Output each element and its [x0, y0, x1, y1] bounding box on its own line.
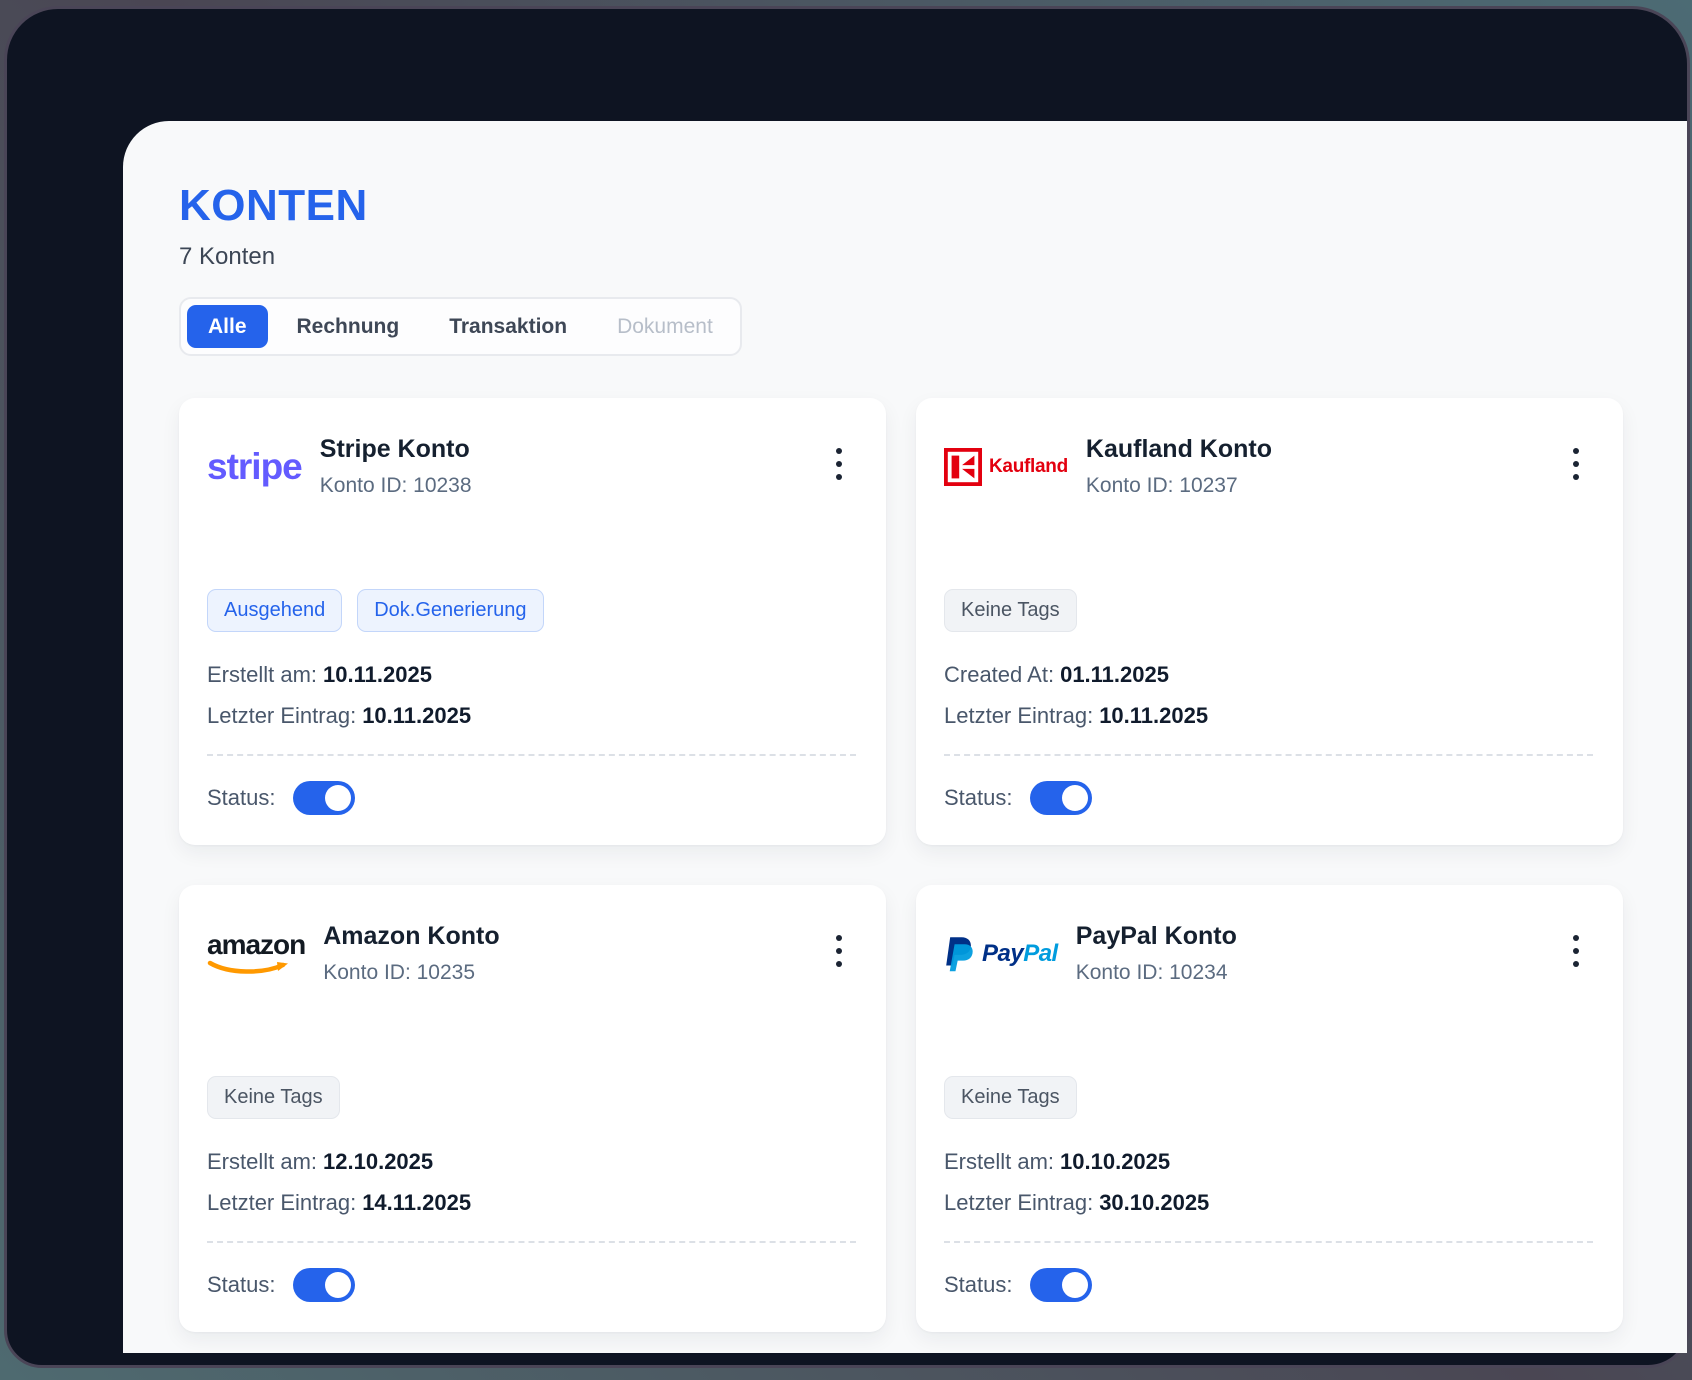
status-row: Status: — [207, 1268, 856, 1303]
kebab-menu-icon[interactable] — [1567, 929, 1585, 973]
app-window: KONTEN 7 Konten Alle Rechnung Transaktion D… — [4, 6, 1690, 1368]
filter-tab-rechnung[interactable]: Rechnung — [276, 305, 421, 348]
status-toggle[interactable] — [1030, 1268, 1093, 1303]
divider — [207, 754, 856, 757]
date-field: Letzter Eintrag: 10.11.2025 — [207, 703, 856, 729]
field-label: Created At: — [944, 662, 1055, 688]
tags-row: Keine Tags — [207, 1076, 856, 1120]
divider — [944, 1241, 1593, 1244]
card-header: amazon Amazon Konto Konto ID: 10235 — [207, 923, 856, 985]
field-value: 10.11.2025 — [1099, 703, 1209, 729]
status-toggle[interactable] — [1030, 781, 1093, 816]
field-label: Letzter Eintrag: — [207, 1190, 357, 1216]
toggle-knob — [325, 1272, 352, 1299]
filter-tab-alle[interactable]: Alle — [187, 305, 268, 349]
field-label: Erstellt am: — [207, 662, 318, 688]
account-card: stripe Stripe Konto Konto ID: 10238 Ausg… — [179, 398, 886, 846]
date-field: Erstellt am: 10.10.2025 — [944, 1149, 1593, 1175]
field-value: 14.11.2025 — [362, 1190, 472, 1216]
status-label: Status: — [207, 785, 276, 811]
account-id: Konto ID: 10237 — [1085, 473, 1238, 497]
tags-row: Keine Tags — [944, 1076, 1593, 1120]
card-header: PayPal PayPal Konto Konto ID: 10234 — [944, 923, 1593, 985]
date-field: Letzter Eintrag: 10.11.2025 — [944, 703, 1593, 729]
kebab-menu-icon[interactable] — [1567, 442, 1585, 486]
date-field: Letzter Eintrag: 14.11.2025 — [207, 1190, 856, 1216]
field-label: Erstellt am: — [207, 1149, 318, 1175]
fields: Erstellt am: 10.11.2025 Letzter Eintrag: 10… — [207, 662, 856, 729]
divider — [944, 754, 1593, 757]
account-name: Amazon Konto — [323, 922, 500, 951]
account-card: PayPal PayPal Konto Konto ID: 10234 Kein… — [916, 885, 1623, 1333]
field-value: 12.10.2025 — [323, 1149, 434, 1175]
paypal-logo-box: PayPal — [944, 935, 1058, 973]
tag-badge: Keine Tags — [944, 589, 1077, 633]
date-field: Erstellt am: 10.11.2025 — [207, 662, 856, 688]
paypal-logo: PayPal — [944, 935, 1058, 973]
filter-tabs: Alle Rechnung Transaktion Dokument — [179, 297, 742, 357]
account-name: Kaufland Konto — [1085, 435, 1272, 464]
status-row: Status: — [207, 781, 856, 816]
tag-badge: Keine Tags — [944, 1076, 1077, 1120]
tags-row: Ausgehend Dok.Generierung — [207, 589, 856, 633]
status-row: Status: — [944, 781, 1593, 816]
accounts-grid: stripe Stripe Konto Konto ID: 10238 Ausg… — [179, 398, 1623, 1333]
fields: Created At: 01.11.2025 Letzter Eintrag: 10.… — [944, 662, 1593, 729]
content-panel: KONTEN 7 Konten Alle Rechnung Transaktion D… — [123, 121, 1687, 1353]
toggle-knob — [1062, 1272, 1089, 1299]
amazon-smile-icon — [207, 961, 288, 975]
status-label: Status: — [207, 1272, 276, 1298]
status-label: Status: — [944, 1272, 1013, 1298]
divider — [207, 1241, 856, 1244]
kaufland-k-icon — [944, 447, 982, 486]
card-header: stripe Stripe Konto Konto ID: 10238 — [207, 436, 856, 498]
amazon-logo-box: amazon — [207, 931, 306, 976]
account-card: Kaufland Kaufland Konto Konto ID: 10237 … — [916, 398, 1623, 846]
amazon-logo: amazon — [207, 931, 306, 976]
tags-row: Keine Tags — [944, 589, 1593, 633]
account-id: Konto ID: 10234 — [1075, 960, 1228, 984]
account-name: PayPal Konto — [1075, 922, 1237, 951]
accounts-count: 7 Konten — [179, 243, 276, 270]
account-id: Konto ID: 10235 — [323, 960, 476, 984]
toggle-knob — [325, 785, 352, 812]
kaufland-logo-box: Kaufland — [944, 447, 1068, 486]
paypal-p-icon — [946, 937, 973, 972]
card-header: Kaufland Kaufland Konto Konto ID: 10237 — [944, 436, 1593, 498]
field-label: Erstellt am: — [944, 1149, 1055, 1175]
field-value: 30.10.2025 — [1099, 1190, 1210, 1216]
fields: Erstellt am: 10.10.2025 Letzter Eintrag: 30… — [944, 1149, 1593, 1216]
date-field: Created At: 01.11.2025 — [944, 662, 1593, 688]
status-toggle[interactable] — [293, 781, 356, 816]
field-value: 10.10.2025 — [1060, 1149, 1171, 1175]
field-value: 01.11.2025 — [1060, 662, 1169, 688]
page-title: KONTEN — [179, 181, 368, 230]
account-id: Konto ID: 10238 — [319, 473, 472, 497]
stripe-logo: stripe — [207, 445, 303, 487]
toggle-knob — [1062, 785, 1089, 812]
field-value: 10.11.2025 — [362, 703, 472, 729]
field-value: 10.11.2025 — [323, 662, 432, 688]
account-card: amazon Amazon Konto Konto ID: 10235 Kein… — [179, 885, 886, 1333]
field-label: Letzter Eintrag: — [207, 703, 357, 729]
tag-badge: Dok.Generierung — [357, 589, 544, 633]
kebab-menu-icon[interactable] — [830, 929, 848, 973]
tag-badge: Keine Tags — [207, 1076, 340, 1120]
field-label: Letzter Eintrag: — [944, 703, 1094, 729]
filter-tab-dokument[interactable]: Dokument — [596, 305, 734, 348]
date-field: Letzter Eintrag: 30.10.2025 — [944, 1190, 1593, 1216]
kaufland-logo: Kaufland — [944, 447, 1068, 486]
tag-badge: Ausgehend — [207, 589, 343, 633]
field-label: Letzter Eintrag: — [944, 1190, 1094, 1216]
stripe-logo-box: stripe — [207, 445, 303, 488]
status-toggle[interactable] — [293, 1268, 356, 1303]
account-name: Stripe Konto — [319, 435, 470, 464]
fields: Erstellt am: 12.10.2025 Letzter Eintrag: 14… — [207, 1149, 856, 1216]
filter-tab-transaktion[interactable]: Transaktion — [428, 305, 588, 348]
status-label: Status: — [944, 785, 1013, 811]
kebab-menu-icon[interactable] — [830, 442, 848, 486]
status-row: Status: — [944, 1268, 1593, 1303]
date-field: Erstellt am: 12.10.2025 — [207, 1149, 856, 1175]
